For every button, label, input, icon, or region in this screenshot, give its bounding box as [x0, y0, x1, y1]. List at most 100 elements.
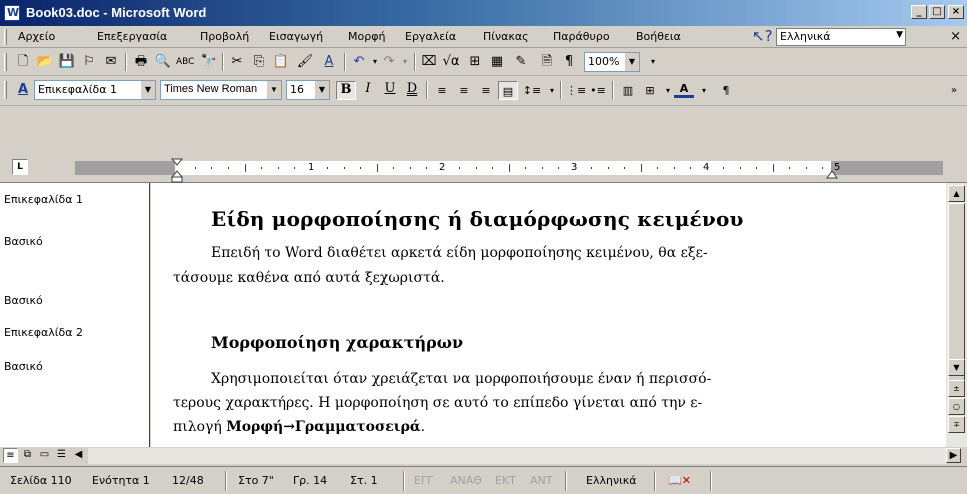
- previous-page-icon[interactable]: ±: [948, 380, 965, 397]
- print-layout-icon[interactable]: ▭: [37, 448, 52, 463]
- scroll-left-icon[interactable]: ◀: [71, 448, 86, 463]
- styles-formatting-icon[interactable]: A: [320, 53, 338, 71]
- bullets-icon[interactable]: •≡: [588, 81, 608, 100]
- help-question-box[interactable]: Ελληνικά ▼: [776, 28, 906, 46]
- equation-icon[interactable]: √α: [442, 53, 460, 71]
- print-icon[interactable]: 🖶: [132, 53, 150, 71]
- font-color-icon[interactable]: A: [674, 81, 694, 98]
- horizontal-ruler[interactable]: 1 2 3 4 5: [75, 161, 943, 175]
- align-left-icon[interactable]: ≡: [432, 81, 452, 100]
- style-combo[interactable]: Επικεφαλίδα 1 ▼: [34, 80, 156, 100]
- next-page-icon[interactable]: ∓: [948, 416, 965, 433]
- status-rec[interactable]: ΕΓΓ: [414, 474, 433, 487]
- justify-icon[interactable]: ▤: [498, 81, 518, 100]
- save-icon[interactable]: 💾: [58, 53, 76, 71]
- redo-dropdown-icon[interactable]: ▾: [396, 53, 414, 71]
- toolbar-overflow-icon[interactable]: »: [944, 81, 964, 100]
- paragraph-line[interactable]: Χρησιμοποιείται όταν χρειάζεται να μορφο…: [211, 371, 711, 387]
- spelling-icon[interactable]: ABC: [176, 53, 194, 71]
- toolbar-options-icon[interactable]: ▾: [644, 53, 662, 71]
- vertical-scrollbar[interactable]: ▲ ▼ ± ○ ∓: [946, 183, 967, 447]
- scroll-right-icon[interactable]: ▶: [946, 448, 961, 463]
- scroll-thumb[interactable]: [948, 203, 965, 383]
- close-document-icon[interactable]: ×: [950, 29, 961, 44]
- select-browse-object-icon[interactable]: ○: [948, 398, 965, 415]
- insert-field-icon[interactable]: ⌧: [420, 53, 438, 71]
- show-hide-icon[interactable]: ¶: [560, 53, 578, 71]
- align-right-icon[interactable]: ≡: [476, 81, 496, 100]
- menu-edit[interactable]: Επεξεργασία: [97, 30, 167, 43]
- font-size-combo[interactable]: 16 ▼: [286, 80, 330, 100]
- menu-window[interactable]: Παράθυρο: [553, 30, 610, 43]
- menubar-grip[interactable]: [4, 29, 7, 45]
- research-icon[interactable]: 🔭: [200, 53, 218, 71]
- menu-help[interactable]: Βοήθεια: [636, 30, 681, 43]
- web-layout-icon[interactable]: ⧉: [20, 448, 35, 463]
- paragraph-line[interactable]: πιλογή Μορφή→Γραμματοσειρά.: [173, 419, 425, 435]
- line-spacing-icon[interactable]: ↕≡: [522, 81, 542, 100]
- maximize-button[interactable]: □: [929, 5, 945, 19]
- chevron-down-icon[interactable]: ▼: [267, 81, 281, 99]
- spelling-status-icon[interactable]: 📖✕: [668, 474, 691, 487]
- insert-table-icon[interactable]: ▦: [488, 53, 506, 71]
- chevron-down-icon[interactable]: ▼: [625, 53, 639, 71]
- indent-markers[interactable]: [170, 155, 184, 183]
- status-trk[interactable]: ΑΝΑΘ: [450, 474, 482, 487]
- heading-1[interactable]: Είδη μορφοποίησης ή διαμόρφωσης κειμένου: [211, 207, 744, 231]
- help-question-icon[interactable]: ↖?: [752, 27, 773, 45]
- menu-insert[interactable]: Εισαγωγή: [269, 30, 323, 43]
- open-folder-icon[interactable]: 📂: [36, 53, 54, 71]
- chevron-down-icon[interactable]: ▼: [141, 81, 155, 99]
- numbering-icon[interactable]: ⋮≡: [566, 81, 586, 100]
- menu-table[interactable]: Πίνακας: [483, 30, 529, 43]
- paragraph-line[interactable]: Επειδή το Word διαθέτει αρκετά είδη μορφ…: [211, 245, 708, 261]
- word-app-icon[interactable]: [4, 5, 20, 21]
- paragraph-line[interactable]: τάσουμε καθένα από αυτά ξεχωριστά.: [173, 270, 445, 286]
- toolbar-grip[interactable]: [4, 53, 7, 71]
- document-map-icon[interactable]: 🗎: [538, 53, 556, 71]
- chevron-down-icon[interactable]: ▼: [315, 81, 329, 99]
- format-painter-icon[interactable]: 🖌: [296, 53, 314, 71]
- toolbar-grip[interactable]: [4, 81, 7, 99]
- underline-button[interactable]: U: [380, 81, 400, 100]
- chevron-down-icon[interactable]: ▼: [896, 30, 903, 40]
- align-center-icon[interactable]: ≡: [454, 81, 474, 100]
- line-spacing-dropdown-icon[interactable]: ▾: [542, 81, 562, 100]
- tab-selector[interactable]: L: [12, 159, 28, 175]
- permission-icon[interactable]: ⚐: [80, 53, 98, 71]
- horizontal-scrollbar[interactable]: [88, 448, 946, 464]
- minimize-button[interactable]: _: [911, 5, 927, 19]
- tables-borders-icon[interactable]: ⊞: [466, 53, 484, 71]
- menu-view[interactable]: Προβολή: [200, 30, 249, 43]
- email-icon[interactable]: ✉: [102, 53, 120, 71]
- status-ovr[interactable]: ΑΝΤ: [530, 474, 552, 487]
- document-area[interactable]: Είδη μορφοποίησης ή διαμόρφωσης κειμένου…: [151, 183, 946, 447]
- menu-file[interactable]: Αρχείο: [18, 30, 55, 43]
- normal-view-icon[interactable]: ≡: [3, 448, 18, 463]
- status-ext[interactable]: ΕΚΤ: [495, 474, 516, 487]
- new-document-icon[interactable]: 🗋: [14, 53, 32, 71]
- font-color-dropdown-icon[interactable]: ▾: [694, 81, 714, 100]
- drawing-icon[interactable]: ✎: [512, 53, 530, 71]
- pilcrow-icon[interactable]: ¶: [716, 81, 736, 100]
- scroll-up-icon[interactable]: ▲: [948, 185, 965, 202]
- scroll-down-icon[interactable]: ▼: [948, 359, 965, 376]
- borders-icon[interactable]: ⊞: [640, 81, 660, 100]
- font-combo[interactable]: Times New Roman ▼: [160, 80, 282, 100]
- outline-view-icon[interactable]: ☰: [54, 448, 69, 463]
- copy-icon[interactable]: ⎘: [250, 53, 268, 71]
- italic-button[interactable]: I: [358, 81, 378, 100]
- heading-2[interactable]: Μορφοποίηση χαρακτήρων: [211, 333, 463, 352]
- paragraph-line[interactable]: τερους χαρακτήρες. Η μορφοποίηση σε αυτό…: [173, 395, 702, 411]
- menu-tools[interactable]: Εργαλεία: [405, 30, 456, 43]
- close-button[interactable]: ×: [948, 5, 964, 19]
- styles-pane-icon[interactable]: A: [14, 81, 32, 99]
- menu-format[interactable]: Μορφή: [348, 30, 385, 43]
- print-preview-icon[interactable]: 🔍: [154, 53, 172, 71]
- right-indent-marker[interactable]: [825, 167, 839, 181]
- columns-icon[interactable]: ▥: [618, 81, 638, 100]
- paste-icon[interactable]: 📋: [272, 53, 290, 71]
- zoom-combo[interactable]: 100% ▼: [584, 52, 640, 72]
- status-language[interactable]: Ελληνικά: [586, 474, 637, 487]
- double-underline-button[interactable]: D: [402, 81, 422, 100]
